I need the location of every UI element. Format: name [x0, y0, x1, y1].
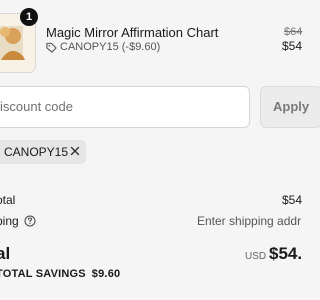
sale-price: $54: [282, 39, 303, 53]
product-title: Magic Mirror Affirmation Chart: [46, 25, 219, 40]
product-discount: CANOPY15 (-$9.60): [46, 41, 160, 53]
shipping-label: ping: [0, 214, 19, 228]
total-value: $54.: [269, 244, 303, 263]
apply-button-label: Apply: [273, 99, 310, 114]
product-discount-text: CANOPY15 (-$9.60): [60, 41, 161, 53]
total-savings: TOTAL SAVINGS $9.60: [0, 268, 120, 280]
tag-icon: [46, 42, 57, 53]
total-label: al: [0, 244, 11, 263]
savings-label: TOTAL SAVINGS: [0, 268, 86, 280]
discount-code-input[interactable]: iscount code: [0, 86, 250, 128]
discount-code-placeholder: iscount code: [0, 99, 73, 114]
subtotal-label: otal: [0, 193, 16, 207]
savings-value: $9.60: [91, 268, 121, 280]
apply-button[interactable]: Apply: [260, 86, 320, 128]
currency-code: USD: [245, 251, 267, 262]
applied-code-text: CANOPY15: [4, 145, 69, 159]
help-icon[interactable]: [24, 215, 36, 227]
quantity-badge: 1: [20, 8, 38, 26]
subtotal-value: $54: [282, 193, 303, 207]
close-icon[interactable]: [68, 144, 82, 158]
shipping-value: Enter shipping addr: [197, 214, 302, 228]
original-price: $64: [284, 26, 303, 38]
shipping-label-row: ping: [0, 214, 36, 228]
applied-discount-chip: CANOPY15: [0, 140, 86, 164]
